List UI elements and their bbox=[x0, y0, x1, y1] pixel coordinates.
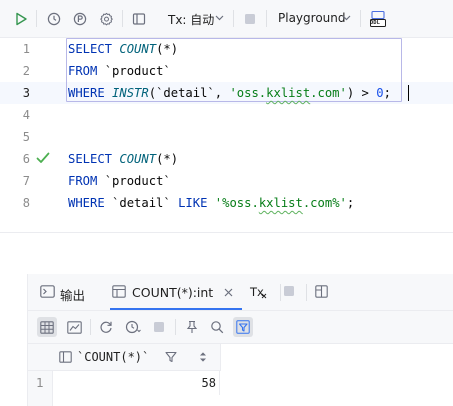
toolbar-separator bbox=[36, 10, 37, 27]
toolbar-separator bbox=[233, 10, 234, 27]
line-number: 5 bbox=[22, 130, 30, 144]
text-caret bbox=[408, 85, 409, 101]
editor-divider bbox=[0, 232, 453, 233]
code-line-1: SELECT COUNT(*) bbox=[68, 42, 179, 56]
line-number: 8 bbox=[22, 196, 30, 210]
chart-view-icon[interactable] bbox=[64, 317, 84, 337]
toolbar-separator bbox=[266, 10, 267, 27]
code-line-8: WHERE `detail` LIKE '%oss.kxlist.com%'; bbox=[68, 196, 355, 210]
toolbar-separator bbox=[360, 10, 361, 27]
line-number: 1 bbox=[22, 42, 30, 56]
line-number: 7 bbox=[22, 174, 30, 188]
ddl-badge: DDL bbox=[370, 20, 380, 26]
toolbar-separator bbox=[175, 319, 176, 335]
search-icon[interactable] bbox=[207, 317, 227, 337]
code-line-3: WHERE INSTR(`detail`, 'oss.kxlist.com') … bbox=[68, 86, 391, 100]
line-number: 4 bbox=[22, 108, 30, 122]
tab-output[interactable]: 输出 bbox=[60, 285, 85, 304]
run-icon[interactable] bbox=[11, 9, 31, 29]
close-icon[interactable] bbox=[224, 288, 233, 297]
line-number: 2 bbox=[22, 64, 30, 78]
history-icon[interactable] bbox=[44, 9, 64, 29]
toolbar-separator bbox=[90, 319, 91, 335]
toolbar-separator bbox=[306, 284, 307, 301]
table-cell[interactable]: 58 bbox=[53, 371, 216, 395]
cell-border bbox=[219, 371, 220, 395]
line-number: 3 bbox=[22, 86, 30, 100]
settings-icon[interactable] bbox=[96, 9, 116, 29]
checkmark-icon bbox=[36, 152, 50, 163]
session-dropdown[interactable]: Playground bbox=[278, 11, 345, 25]
toolbar-separator bbox=[122, 10, 123, 27]
editor-toolbar: Tx: 自动 Playground DDL bbox=[0, 0, 453, 38]
refresh-icon[interactable] bbox=[96, 317, 116, 337]
tab-result-count[interactable]: COUNT(*):int bbox=[132, 285, 213, 300]
column-icon bbox=[59, 351, 72, 363]
stop-icon[interactable] bbox=[240, 9, 260, 29]
stop-icon[interactable] bbox=[283, 285, 295, 297]
split-view-icon[interactable] bbox=[315, 285, 328, 298]
layout-icon[interactable] bbox=[129, 9, 149, 29]
stop-icon[interactable] bbox=[149, 317, 169, 337]
column-header-label: `COUNT(*)` bbox=[77, 350, 150, 364]
code-line-6: SELECT COUNT(*) bbox=[68, 152, 179, 166]
result-toolbar bbox=[28, 311, 453, 344]
table-view-icon[interactable] bbox=[37, 317, 57, 337]
column-header[interactable]: `COUNT(*)` bbox=[28, 344, 221, 371]
chevron-down-icon[interactable] bbox=[342, 13, 351, 22]
active-tab-indicator bbox=[110, 308, 242, 310]
code-line-2: FROM `product` bbox=[68, 64, 171, 78]
filter-icon[interactable] bbox=[233, 317, 253, 337]
line-number: 6 bbox=[22, 152, 30, 166]
table-icon bbox=[112, 285, 126, 298]
result-tabs-bar: 输出 COUNT(*):int Tx bbox=[28, 274, 453, 311]
auto-refresh-icon[interactable] bbox=[123, 317, 143, 337]
sql-editor[interactable]: 1 2 3 4 5 6 7 8 SELECT COUNT(*) FROM `pr… bbox=[0, 38, 453, 232]
sort-icon[interactable] bbox=[199, 351, 207, 363]
close-small-icon bbox=[261, 293, 267, 299]
console-output-icon bbox=[40, 285, 55, 298]
code-line-7: FROM `product` bbox=[68, 174, 171, 188]
filter-icon[interactable] bbox=[165, 351, 177, 363]
ddl-icon[interactable]: DDL bbox=[368, 9, 388, 29]
row-number: 1 bbox=[36, 376, 44, 390]
pin-tab-icon[interactable] bbox=[182, 317, 202, 337]
toolbar-separator bbox=[280, 284, 281, 301]
chevron-down-icon[interactable] bbox=[215, 13, 224, 22]
explain-plan-icon[interactable] bbox=[70, 9, 90, 29]
transaction-mode-dropdown[interactable]: Tx: 自动 bbox=[168, 11, 214, 28]
